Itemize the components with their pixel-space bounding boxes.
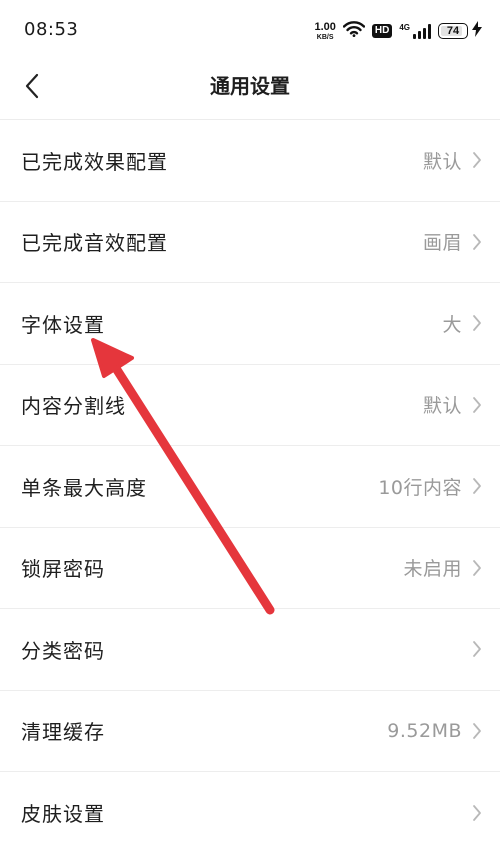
signal-label: 4G — [399, 23, 410, 32]
setting-value: 画眉 — [422, 232, 462, 255]
chevron-right-icon — [470, 233, 484, 251]
page-title: 通用设置 — [210, 74, 290, 98]
setting-value: 大 — [442, 313, 462, 336]
chevron-right-icon — [470, 722, 484, 740]
battery-icon: 74 — [438, 23, 468, 39]
settings-row-completed-effect[interactable]: 已完成效果配置 默认 — [0, 120, 500, 202]
settings-row-category-password[interactable]: 分类密码 — [0, 609, 500, 691]
settings-row-completed-sound[interactable]: 已完成音效配置 画眉 — [0, 202, 500, 283]
settings-list: 已完成效果配置 默认 已完成音效配置 画眉 字体设置 大 内容分割线 默认 单条… — [0, 120, 500, 844]
app-header: 通用设置 — [0, 58, 500, 120]
setting-label: 锁屏密码 — [21, 557, 105, 582]
setting-label: 分类密码 — [21, 638, 105, 663]
wifi-icon — [342, 21, 366, 41]
setting-label: 清理缓存 — [21, 720, 105, 745]
settings-screen: 08:53 1.00 KB/S HD 4G 74 通用设置 已完成效果配置 默认… — [0, 0, 500, 844]
settings-row-divider-line[interactable]: 内容分割线 默认 — [0, 365, 500, 446]
status-icons: 1.00 KB/S HD 4G 74 — [314, 18, 482, 44]
battery-level: 74 — [446, 25, 460, 37]
setting-label: 皮肤设置 — [21, 802, 105, 827]
chevron-right-icon — [470, 314, 484, 332]
settings-row-skin[interactable]: 皮肤设置 — [0, 772, 500, 844]
setting-value: 10行内容 — [378, 476, 462, 499]
charging-icon — [472, 21, 482, 41]
chevron-right-icon — [470, 477, 484, 495]
setting-value: 默认 — [422, 150, 462, 173]
settings-row-lock-password[interactable]: 锁屏密码 未启用 — [0, 528, 500, 609]
chevron-right-icon — [470, 640, 484, 658]
setting-label: 内容分割线 — [21, 394, 126, 419]
setting-value: 未启用 — [403, 558, 462, 581]
setting-label: 单条最大高度 — [21, 475, 147, 500]
chevron-right-icon — [470, 396, 484, 414]
setting-value: 9.52MB — [387, 719, 462, 742]
status-time: 08:53 — [24, 19, 79, 40]
setting-label: 已完成效果配置 — [21, 149, 168, 174]
settings-row-font[interactable]: 字体设置 大 — [0, 283, 500, 365]
network-speed-value: 1.00 — [314, 20, 336, 33]
signal-icon: 4G — [399, 23, 431, 39]
chevron-right-icon — [470, 151, 484, 169]
settings-row-clear-cache[interactable]: 清理缓存 9.52MB — [0, 691, 500, 772]
network-speed-unit: KB/S — [316, 33, 334, 41]
setting-value: 默认 — [422, 395, 462, 418]
status-bar: 08:53 1.00 KB/S HD 4G 74 — [0, 0, 500, 58]
chevron-right-icon — [470, 804, 484, 822]
network-speed: 1.00 KB/S — [314, 20, 336, 41]
setting-label: 字体设置 — [21, 312, 105, 337]
settings-row-max-height[interactable]: 单条最大高度 10行内容 — [0, 446, 500, 528]
chevron-right-icon — [470, 559, 484, 577]
hd-icon: HD — [371, 24, 393, 38]
setting-label: 已完成音效配置 — [21, 231, 168, 256]
